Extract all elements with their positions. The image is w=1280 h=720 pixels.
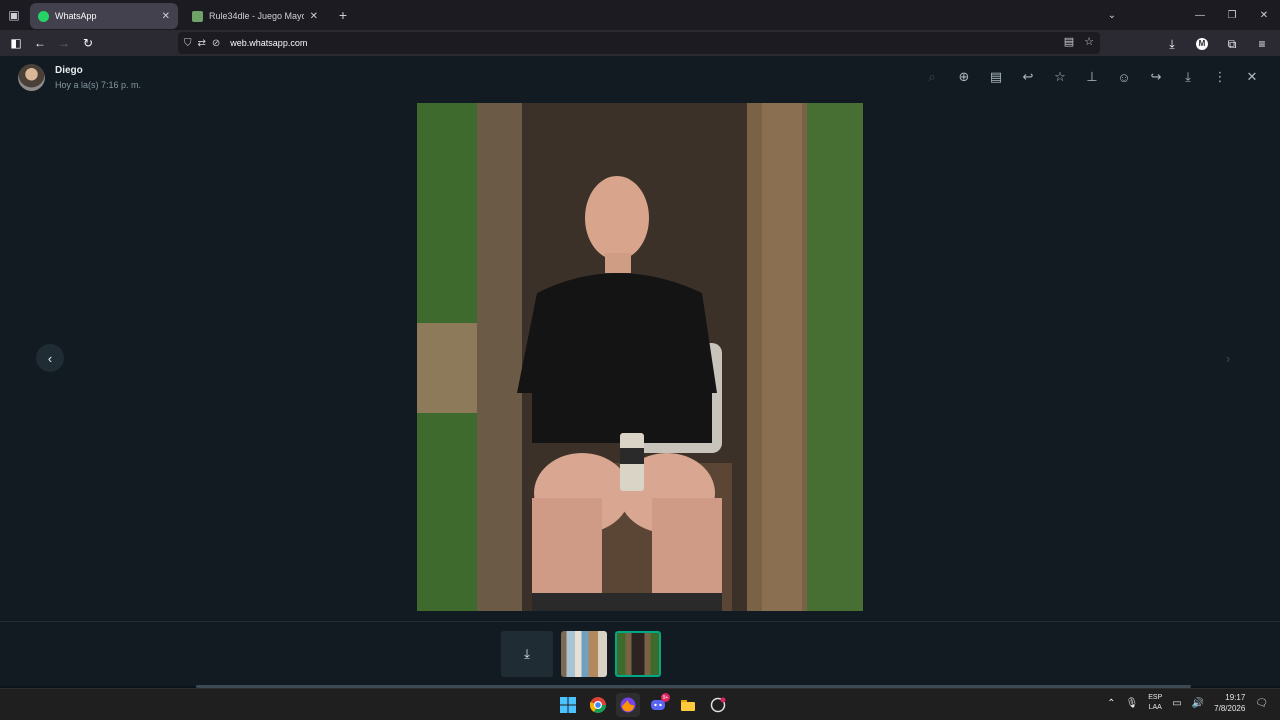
tab-close-icon[interactable]: ✕ xyxy=(310,11,318,22)
url-host: web.whatsapp.com xyxy=(230,38,308,48)
url-text: web.whatsapp.com xyxy=(230,38,307,48)
firefox-icon[interactable] xyxy=(616,693,640,717)
bookmark-star-icon[interactable]: ☆ xyxy=(1084,35,1094,48)
tab-whatsapp[interactable]: WhatsApp ✕ xyxy=(30,3,178,29)
language-indicator[interactable]: ESP LAA xyxy=(1148,693,1162,713)
sidebar-toggle-icon[interactable]: ◧ xyxy=(4,31,28,55)
menu-icon[interactable]: ⋮ xyxy=(1204,66,1236,88)
star-icon[interactable]: ☆ xyxy=(1044,66,1076,88)
pin-icon[interactable]: ⊥ xyxy=(1076,66,1108,88)
chevron-up-icon[interactable]: ⌃ xyxy=(1107,698,1115,709)
discord-icon[interactable]: 9+ xyxy=(646,693,670,717)
system-tray: ⌃ 🎙 ESP LAA ▭ 🔊 19:17 7/8/2026 🗨 xyxy=(1107,692,1268,714)
sender-info[interactable]: Diego Hoy a la(s) 7:16 p. m. xyxy=(18,64,141,91)
tab-overflow-icon[interactable]: ⌄ xyxy=(1096,10,1128,21)
downloads-icon[interactable]: ⤓ xyxy=(1160,32,1184,56)
minimize-icon[interactable]: — xyxy=(1184,10,1216,21)
viewer-toolbar: ⌕ ⊕ ▤ ↩ ☆ ⊥ ☺ ↪ ⤓ ⋮ ✕ xyxy=(916,66,1268,88)
notification-icon[interactable]: 🗨 xyxy=(1255,698,1268,709)
forward-icon[interactable]: ↪ xyxy=(1140,66,1172,88)
chevron-left-icon: ‹ xyxy=(47,350,53,366)
next-media-button[interactable]: › xyxy=(1214,344,1242,372)
download-icon: ⤓ xyxy=(524,646,530,661)
discord-badge: 9+ xyxy=(661,693,670,702)
network-icon[interactable]: ▭ xyxy=(1172,698,1181,709)
microphone-icon[interactable]: 🎙 xyxy=(1126,698,1139,709)
tab-close-icon[interactable]: ✕ xyxy=(162,11,170,22)
download-all-button[interactable]: ⤓ xyxy=(501,631,553,677)
clock-time: 19:17 xyxy=(1225,693,1246,702)
tab-title: Rule34dle - Juego Mayor o Me xyxy=(209,11,304,21)
photo-image xyxy=(417,103,863,611)
tab-list-icon[interactable]: ▣ xyxy=(0,0,28,30)
zoom-in-icon[interactable]: ⊕ xyxy=(948,66,980,88)
forward-icon[interactable]: → xyxy=(52,31,76,55)
site-favicon-icon xyxy=(192,10,203,22)
restore-icon[interactable]: ❐ xyxy=(1216,10,1248,21)
emoji-icon[interactable]: ☺ xyxy=(1108,66,1140,88)
language-code: ESP xyxy=(1148,694,1163,701)
sender-time: Hoy a la(s) 7:16 p. m. xyxy=(55,80,142,90)
reload-icon[interactable]: ↻ xyxy=(76,31,100,55)
download-icon[interactable]: ⤓ xyxy=(1172,66,1204,88)
media-viewer: Diego Hoy a la(s) 7:16 p. m. ⌕ ⊕ ▤ ↩ ☆ ⊥… xyxy=(0,56,1280,688)
back-icon[interactable]: ← xyxy=(28,31,52,55)
view-in-chat-icon[interactable]: ▤ xyxy=(980,66,1012,88)
app-menu-icon[interactable]: ≡ xyxy=(1250,32,1274,56)
browser-tab-bar: ▣ WhatsApp ✕ Rule34dle - Juego Mayor o M… xyxy=(0,0,1280,30)
chevron-right-icon: › xyxy=(1225,350,1231,366)
avatar[interactable] xyxy=(18,64,45,91)
thumbnail-strip: ⤓ xyxy=(0,621,1280,686)
clock[interactable]: 19:17 7/8/2026 xyxy=(1214,692,1245,714)
tab-rule34dle[interactable]: Rule34dle - Juego Mayor o Me ✕ xyxy=(184,3,326,29)
extensions-icon[interactable]: ⧉ xyxy=(1220,32,1244,56)
shield-icon[interactable]: ⛉ xyxy=(184,38,192,49)
window-controls: ⌄ — ❐ ✕ xyxy=(1096,0,1280,30)
tab-title: WhatsApp xyxy=(55,11,97,21)
reader-view-icon[interactable]: ▤ xyxy=(1064,35,1074,48)
reply-icon[interactable]: ↩ xyxy=(1012,66,1044,88)
camera-off-icon[interactable]: ⊘ xyxy=(212,38,220,49)
browser-toolbar-right: ⤓ M ⧉ ≡ xyxy=(1160,32,1274,56)
sender-name: Diego xyxy=(55,65,83,76)
close-icon[interactable]: ✕ xyxy=(1236,66,1268,88)
taskbar: 9+ ⌃ 🎙 ESP LAA ▭ 🔊 19:17 7/8/2026 🗨 xyxy=(0,688,1280,720)
keyboard-layout: LAA xyxy=(1148,704,1162,711)
thumbnail-1[interactable] xyxy=(561,631,607,677)
file-explorer-icon[interactable] xyxy=(676,693,700,717)
window-close-icon[interactable]: ✕ xyxy=(1248,10,1280,21)
permissions-icon[interactable]: ⇄ xyxy=(198,38,206,49)
browser-nav-bar: ◧ ← → ↻ ⛉ ⇄ ⊘ web.whatsapp.com ▤ ☆ ⤓ M ⧉… xyxy=(0,30,1280,56)
thumbnail-2-selected[interactable] xyxy=(615,631,661,677)
account-icon[interactable]: M xyxy=(1190,32,1214,56)
app-icon[interactable] xyxy=(706,693,730,717)
start-icon[interactable] xyxy=(556,693,580,717)
new-tab-icon[interactable]: + xyxy=(330,2,356,28)
taskbar-apps: 9+ xyxy=(556,693,730,717)
volume-icon[interactable]: 🔊 xyxy=(1192,698,1204,709)
media-photo[interactable] xyxy=(417,103,863,611)
search-icon: ⌕ xyxy=(928,69,936,84)
address-bar[interactable]: ⛉ ⇄ ⊘ web.whatsapp.com ▤ ☆ xyxy=(178,32,1100,54)
clock-date: 7/8/2026 xyxy=(1214,704,1246,713)
previous-media-button[interactable]: ‹ xyxy=(36,344,64,372)
whatsapp-favicon-icon xyxy=(38,10,49,22)
chrome-icon[interactable] xyxy=(586,693,610,717)
